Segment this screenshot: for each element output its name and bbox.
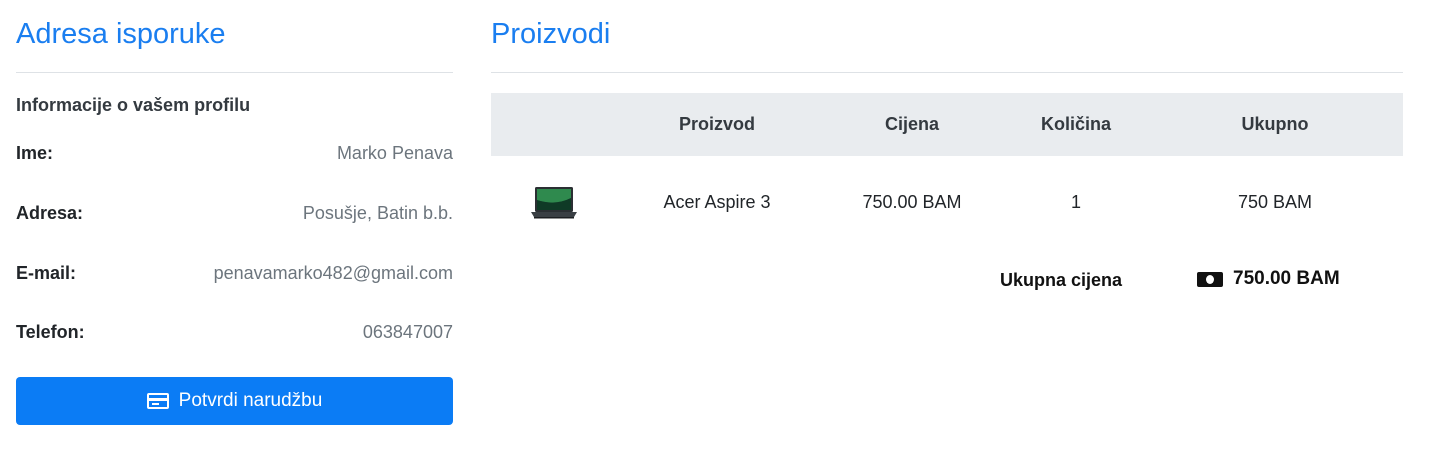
info-row-email: E-mail: penavamarko482@gmail.com	[16, 260, 453, 286]
email-label: E-mail:	[16, 262, 77, 283]
product-name: Acer Aspire 3	[663, 192, 771, 212]
table-header: Proizvod Cijena Količina Ukupno	[491, 93, 1403, 156]
email-value: penavamarko482@gmail.com	[213, 262, 453, 283]
divider	[491, 72, 1403, 73]
table-row: Acer Aspire 3 750.00 BAM 1 750 BAM	[491, 156, 1403, 249]
info-row-phone: Telefon: 063847007	[16, 319, 453, 345]
shipping-title: Adresa isporuke	[16, 18, 226, 50]
money-bill-icon	[1197, 271, 1223, 287]
info-row-address: Adresa: Posušje, Batin b.b.	[16, 200, 453, 226]
divider	[16, 72, 453, 73]
product-total: 750 BAM	[1237, 192, 1313, 212]
total-price-value: 750.00 BAM	[1233, 268, 1340, 289]
product-price: 750.00 BAM	[862, 192, 962, 212]
name-value: Marko Penava	[336, 142, 453, 163]
name-label: Ime:	[16, 142, 54, 163]
credit-card-icon	[146, 393, 169, 409]
checkout-page: Adresa isporuke Informacije o vašem prof…	[0, 0, 1431, 472]
address-label: Adresa:	[16, 202, 84, 223]
total-price-label: Ukupna cijena	[1000, 270, 1123, 290]
column-header-total: Ukupno	[1241, 114, 1309, 134]
column-header-price: Cijena	[884, 114, 940, 134]
laptop-image	[531, 187, 577, 219]
address-value: Posušje, Batin b.b.	[302, 202, 453, 223]
column-header-product: Proizvod	[678, 114, 755, 134]
phone-label: Telefon:	[16, 321, 85, 342]
confirm-order-label: Potvrdi narudžbu	[178, 390, 323, 411]
product-image-cell	[491, 156, 617, 249]
phone-value: 063847007	[362, 321, 453, 342]
product-quantity: 1	[1070, 192, 1081, 212]
confirm-order-button[interactable]: Potvrdi narudžbu	[16, 377, 453, 425]
total-price: 750.00 BAM	[1197, 268, 1340, 290]
column-header-quantity: Količina	[1040, 114, 1111, 134]
profile-heading: Informacije o vašem profilu	[16, 95, 251, 115]
products-section: Proizvodi Proizvod Cijena Količina Ukupn…	[491, 0, 1403, 472]
column-header-image	[491, 93, 617, 156]
products-title: Proizvodi	[491, 18, 611, 50]
info-row-name: Ime: Marko Penava	[16, 140, 453, 166]
